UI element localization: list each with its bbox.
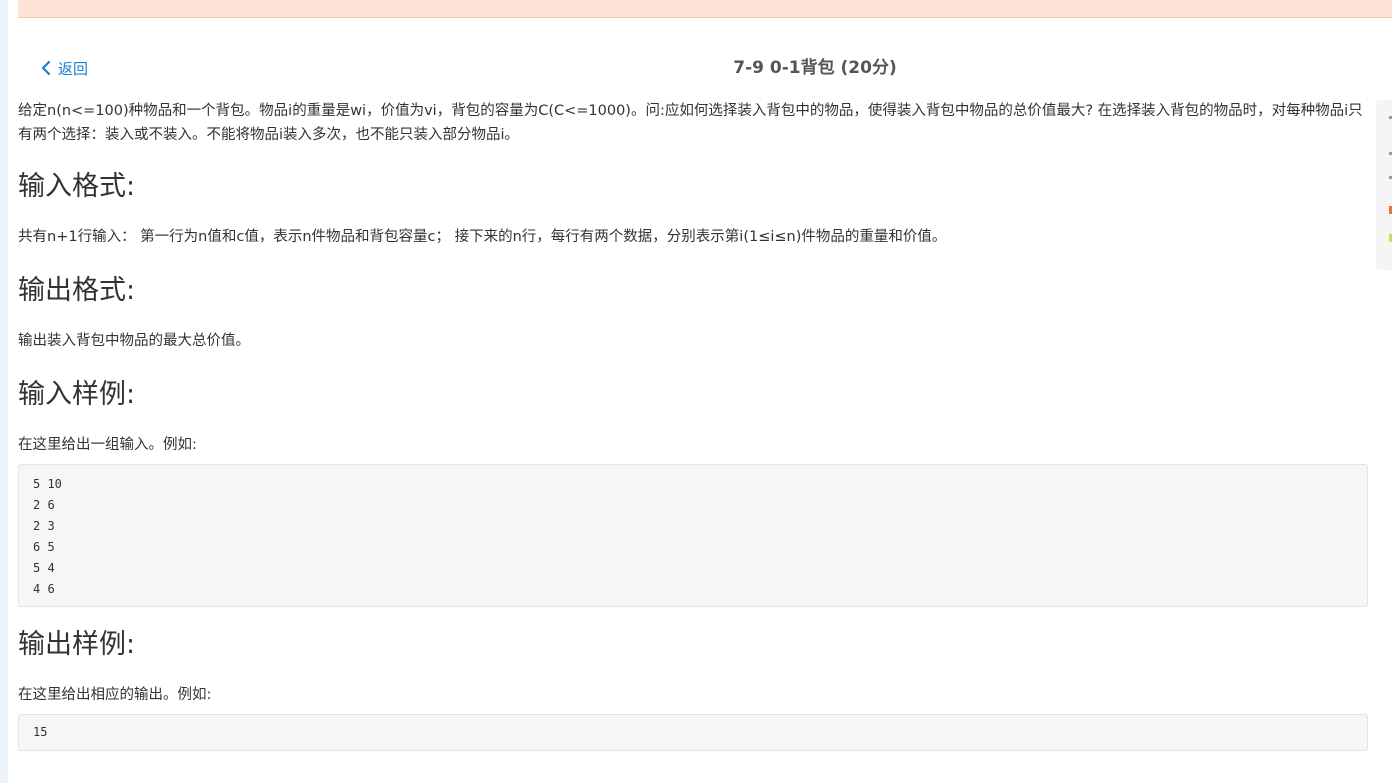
back-button[interactable]: 返回: [40, 56, 88, 80]
problem-title: 7-9 0-1背包 (20分): [733, 58, 897, 78]
input-format-heading: 输入格式:: [18, 171, 136, 202]
input-format-text: 共有n+1行输入： 第一行为n值和c值，表示n件物品和背包容量c； 接下来的n行…: [18, 229, 947, 245]
chevron-left-icon: [41, 60, 51, 76]
input-sample-intro: 在这里给出一组输入。例如:: [18, 437, 197, 453]
output-sample-code: 15: [18, 714, 1368, 751]
right-side-panel[interactable]: [1376, 100, 1392, 270]
output-format-text: 输出装入背包中物品的最大总价值。: [18, 333, 250, 349]
input-sample-heading: 输入样例:: [18, 379, 136, 410]
output-sample-intro: 在这里给出相应的输出。例如:: [18, 687, 212, 703]
problem-content: 给定n(n<=100)种物品和一个背包。物品i的重量是wi，价值为vi，背包的容…: [18, 99, 1368, 751]
output-sample-heading: 输出样例:: [18, 629, 136, 660]
output-format-heading: 输出格式:: [18, 275, 136, 306]
problem-description: 给定n(n<=100)种物品和一个背包。物品i的重量是wi，价值为vi，背包的容…: [18, 103, 1363, 143]
top-notice-banner: [18, 0, 1392, 18]
left-edge-strip: [0, 0, 8, 783]
input-sample-code: 5 10 2 6 2 3 6 5 5 4 4 6: [18, 464, 1368, 607]
back-button-label: 返回: [58, 59, 89, 78]
